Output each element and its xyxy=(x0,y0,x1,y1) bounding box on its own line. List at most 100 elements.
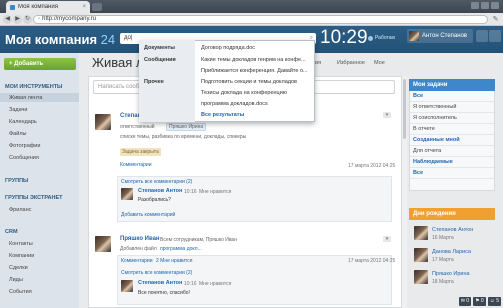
birthday-name[interactable]: Данова Лариса xyxy=(432,249,471,255)
comments-link[interactable]: Комментарии xyxy=(121,258,153,264)
sidebar-item-messages[interactable]: Сообщения xyxy=(9,155,39,161)
birthday-item[interactable]: Пряшко Ирина 18 Марта xyxy=(410,268,494,288)
post-file-link[interactable]: программа докл... xyxy=(160,246,202,252)
tasks-title[interactable]: Мои задачи xyxy=(409,79,495,91)
birthday-date: 16 Марта xyxy=(432,235,454,241)
tab-title: Моя компания xyxy=(18,4,58,10)
comments-link[interactable]: Комментарии xyxy=(120,162,152,168)
comment-like[interactable]: Мне нравится xyxy=(199,189,231,195)
sidebar-item-tasks[interactable]: Задачи xyxy=(9,107,27,113)
url-input[interactable]: ▫ http://mycompany.ru xyxy=(33,15,488,24)
add-button[interactable]: + Добавить xyxy=(4,58,76,70)
company-logo[interactable]: Моя компания 24 xyxy=(5,32,115,47)
dropdown-item[interactable]: программа докладов.docs xyxy=(201,101,311,107)
logo-text: Моя компания xyxy=(5,32,98,47)
logo-number: 24 xyxy=(100,32,116,47)
birthday-item[interactable]: Степанов Антон 16 Марта xyxy=(410,224,494,244)
sidebar-item-freelance[interactable]: Фриланс xyxy=(9,207,31,213)
tab-favorites[interactable]: Избранное xyxy=(337,60,365,66)
comment-author[interactable]: Степанов Антон xyxy=(138,188,182,194)
dropdown-item[interactable]: Договор подряда.doc xyxy=(201,45,311,51)
post-author[interactable]: Пряшко Иван xyxy=(120,236,160,242)
dropdown-item[interactable]: Подготовить секции и темы докладов xyxy=(201,79,311,85)
tasks-row[interactable]: Я ответственный xyxy=(410,102,494,113)
dropdown-item[interactable]: Какие темы докладов генрим на конфе... xyxy=(201,57,311,63)
tasks-row[interactable]: Все xyxy=(410,168,494,179)
birthday-date: 17 Марта xyxy=(432,257,454,263)
bottom-toolbar: ✉ 0 ⚑ 0 ☺ 5 xyxy=(458,297,501,306)
post-recipient[interactable]: Всем сотрудникам, Пряшко Иван xyxy=(160,237,237,243)
comment-author[interactable]: Степанов Антон xyxy=(138,280,182,286)
post-menu-button[interactable]: ▾ xyxy=(383,236,391,242)
tasks-row[interactable]: В отчете xyxy=(410,124,494,135)
comment-text: Разобрались? xyxy=(138,197,171,203)
settings-button[interactable] xyxy=(489,30,501,42)
avatar xyxy=(414,270,428,284)
avatar xyxy=(409,31,419,41)
back-icon[interactable]: ◀ xyxy=(3,15,12,24)
tasks-row[interactable]: Наблюдаемые xyxy=(410,157,494,168)
notifications-button[interactable] xyxy=(476,30,488,42)
dropdown-item[interactable]: Тезисы доклада на конференцию xyxy=(201,90,311,96)
sidebar-item-leads[interactable]: Лиды xyxy=(9,277,23,283)
sidebar-section-extranet[interactable]: Группы экстранет xyxy=(5,195,63,201)
browser-tabbar: Моя компания × xyxy=(0,0,503,13)
sidebar-item-feed[interactable]: Живая лента xyxy=(9,95,42,101)
sidebar-item-calendar[interactable]: Календарь xyxy=(9,119,37,125)
user-menu[interactable]: Антон Степанов xyxy=(407,29,473,43)
tasks-row[interactable]: Для отчета xyxy=(410,146,494,157)
sidebar-item-photos[interactable]: Фотографии xyxy=(9,143,40,149)
sidebar-item-companies[interactable]: Компании xyxy=(9,253,34,259)
messages-counter-icon[interactable]: ✉ 0 xyxy=(458,297,472,306)
show-all-comments-link[interactable]: Смотреть все комментарии (2) xyxy=(121,270,192,276)
add-comment-link[interactable]: Добавить комментарий xyxy=(121,212,175,218)
sidebar-section-crm[interactable]: CRM xyxy=(5,229,18,235)
comment-text: Все понятно, спасибо! xyxy=(138,290,190,296)
comment-like[interactable]: Мне нравится xyxy=(199,281,231,287)
sidebar-item-contacts[interactable]: Контакты xyxy=(9,241,33,247)
close-window-button[interactable] xyxy=(491,2,499,9)
sidebar-section-groups[interactable]: Группы xyxy=(5,178,28,184)
post-date: 17 марта 2012 04:25 xyxy=(348,258,396,264)
users-counter-icon[interactable]: ☺ 5 xyxy=(487,297,501,306)
post-menu-button[interactable]: ▾ xyxy=(383,112,391,118)
scrollbar-thumb[interactable] xyxy=(403,79,406,139)
maximize-button[interactable] xyxy=(481,2,489,9)
post-recipient-prefix: ответственный xyxy=(120,124,155,130)
sidebar-item-events[interactable]: События xyxy=(9,289,32,295)
birthday-name[interactable]: Степанов Антон xyxy=(432,227,473,233)
dropdown-item[interactable]: Приближается конференция. Давайте о... xyxy=(201,68,311,74)
tab-mine[interactable]: Мое xyxy=(374,60,385,66)
sidebar-section-tools[interactable]: Мои инструменты xyxy=(5,84,62,90)
birthday-item[interactable]: Данова Лариса 17 Марта xyxy=(410,246,494,266)
avatar xyxy=(414,248,428,262)
status-badge: Задача закрыта xyxy=(120,148,161,156)
dropdown-section-messages: Сообщения xyxy=(144,57,176,63)
notifications-counter-icon[interactable]: ⚑ 0 xyxy=(473,297,486,306)
post-recipient[interactable]: Пряшко Ирина xyxy=(166,123,207,131)
new-tab-button[interactable] xyxy=(92,3,102,11)
sidebar-item-files[interactable]: Файлы xyxy=(9,131,26,137)
tasks-row[interactable]: Созданные мной xyxy=(410,135,494,146)
birthday-date: 18 Марта xyxy=(432,279,454,285)
tasks-row[interactable]: Все xyxy=(410,91,494,102)
likes-link[interactable]: 2 Мне нравится xyxy=(156,258,192,264)
forward-icon[interactable]: ▶ xyxy=(13,15,22,24)
work-status-label: Работаю xyxy=(375,35,396,41)
minimize-button[interactable] xyxy=(471,2,479,9)
work-status[interactable]: Работаю xyxy=(368,35,395,41)
url-text: http://mycompany.ru xyxy=(42,16,97,22)
post-author-avatar xyxy=(95,236,111,252)
show-all-comments-link[interactable]: Смотреть все комментарии (2) xyxy=(121,179,192,185)
wrench-icon[interactable]: ✎ xyxy=(491,15,500,24)
birthday-name[interactable]: Пряшко Ирина xyxy=(432,271,470,277)
sidebar-item-deals[interactable]: Сделки xyxy=(9,265,28,271)
user-name: Антон Степанов xyxy=(422,33,468,39)
tasks-row[interactable]: Я соисполнитель xyxy=(410,113,494,124)
all-results-link[interactable]: Все результаты xyxy=(201,112,244,118)
reload-icon[interactable]: ↻ xyxy=(23,15,32,24)
browser-tab[interactable]: Моя компания × xyxy=(6,1,90,13)
avatar xyxy=(414,226,428,240)
comment-avatar xyxy=(121,188,133,200)
tab-close-icon[interactable]: × xyxy=(82,4,86,10)
